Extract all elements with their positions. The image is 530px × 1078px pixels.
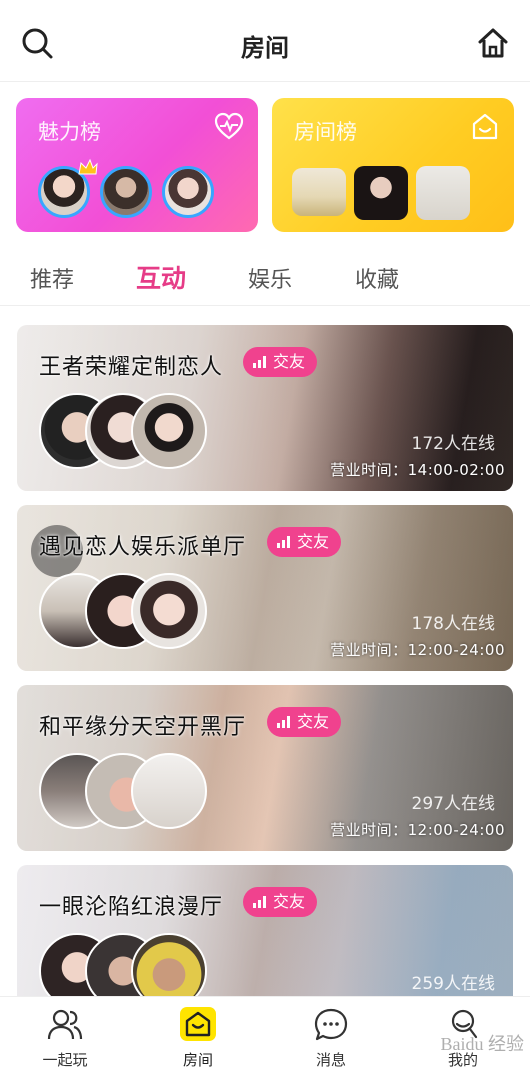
nav-play-together[interactable]: 一起玩 bbox=[20, 1007, 110, 1070]
signal-bars-icon bbox=[253, 356, 266, 368]
online-count: 172人在线 bbox=[411, 434, 495, 454]
online-count: 297人在线 bbox=[411, 794, 495, 814]
nav-label: 消息 bbox=[315, 1051, 346, 1069]
room-tag: 交友 bbox=[267, 527, 342, 557]
message-icon bbox=[314, 1008, 348, 1041]
charm-avatar-2[interactable] bbox=[100, 166, 152, 218]
room-card[interactable]: 和平缘分天空开黑厅 交友 297人在线 营业时间：12:00-24:00 bbox=[17, 685, 513, 851]
watermark: Baidu 经验 bbox=[440, 1034, 525, 1054]
room-rank-card[interactable]: 房间榜 bbox=[272, 98, 514, 232]
category-tabs: 推荐 互动 娱乐 收藏 bbox=[0, 246, 530, 306]
avatar[interactable] bbox=[131, 393, 207, 469]
room-name: 和平缘分天空开黑厅 bbox=[39, 715, 247, 740]
room-tag: 交友 bbox=[267, 707, 342, 737]
tab-favorites[interactable]: 收藏 bbox=[355, 262, 399, 294]
tab-recommend[interactable]: 推荐 bbox=[30, 262, 74, 294]
room-rank-thumb-1[interactable] bbox=[292, 168, 346, 216]
room-tag: 交友 bbox=[243, 887, 318, 917]
room-card[interactable]: 一眼沦陷红浪漫厅 交友 259人在线 bbox=[17, 865, 513, 996]
home-icon[interactable] bbox=[476, 26, 510, 60]
business-hours: 营业时间：12:00-24:00 bbox=[330, 641, 505, 659]
business-hours: 营业时间：14:00-02:00 bbox=[330, 461, 505, 479]
signal-bars-icon bbox=[277, 536, 290, 548]
tab-interaction[interactable]: 互动 bbox=[136, 259, 186, 295]
room-icon bbox=[180, 1007, 216, 1041]
room-name: 遇见恋人娱乐派单厅 bbox=[39, 535, 247, 560]
nav-messages[interactable]: 消息 bbox=[286, 1007, 376, 1070]
people-icon bbox=[47, 1009, 83, 1040]
nav-room[interactable]: 房间 bbox=[153, 1007, 243, 1070]
room-name: 一眼沦陷红浪漫厅 bbox=[39, 895, 224, 920]
avatar[interactable] bbox=[131, 573, 207, 649]
charm-rank-card[interactable]: 魅力榜 bbox=[16, 98, 258, 232]
room-rank-thumb-3[interactable] bbox=[416, 166, 470, 220]
room-rank-label: 房间榜 bbox=[294, 120, 357, 144]
heart-pulse-icon bbox=[214, 112, 244, 140]
crown-icon bbox=[78, 158, 98, 175]
online-count: 259人在线 bbox=[411, 974, 495, 994]
signal-bars-icon bbox=[253, 896, 266, 908]
online-count: 178人在线 bbox=[411, 614, 495, 634]
top-bar: 房间 bbox=[0, 0, 530, 82]
nav-label: 房间 bbox=[182, 1051, 213, 1069]
room-name: 王者荣耀定制恋人 bbox=[39, 355, 224, 380]
charm-avatar-3[interactable] bbox=[162, 166, 214, 218]
nav-label: 一起玩 bbox=[42, 1051, 88, 1069]
business-hours: 营业时间：12:00-24:00 bbox=[330, 821, 505, 839]
avatar[interactable] bbox=[131, 753, 207, 829]
charm-rank-label: 魅力榜 bbox=[38, 120, 101, 144]
signal-bars-icon bbox=[277, 716, 290, 728]
page-title: 房间 bbox=[241, 34, 289, 62]
room-icon bbox=[472, 113, 498, 140]
room-rank-thumb-2[interactable] bbox=[354, 166, 408, 220]
room-card[interactable]: 遇见恋人娱乐派单厅 交友 178人在线 营业时间：12:00-24:00 bbox=[17, 505, 513, 671]
room-card[interactable]: 王者荣耀定制恋人 交友 172人在线 营业时间：14:00-02:00 bbox=[17, 325, 513, 491]
room-tag: 交友 bbox=[243, 347, 318, 377]
tab-entertainment[interactable]: 娱乐 bbox=[248, 262, 292, 294]
